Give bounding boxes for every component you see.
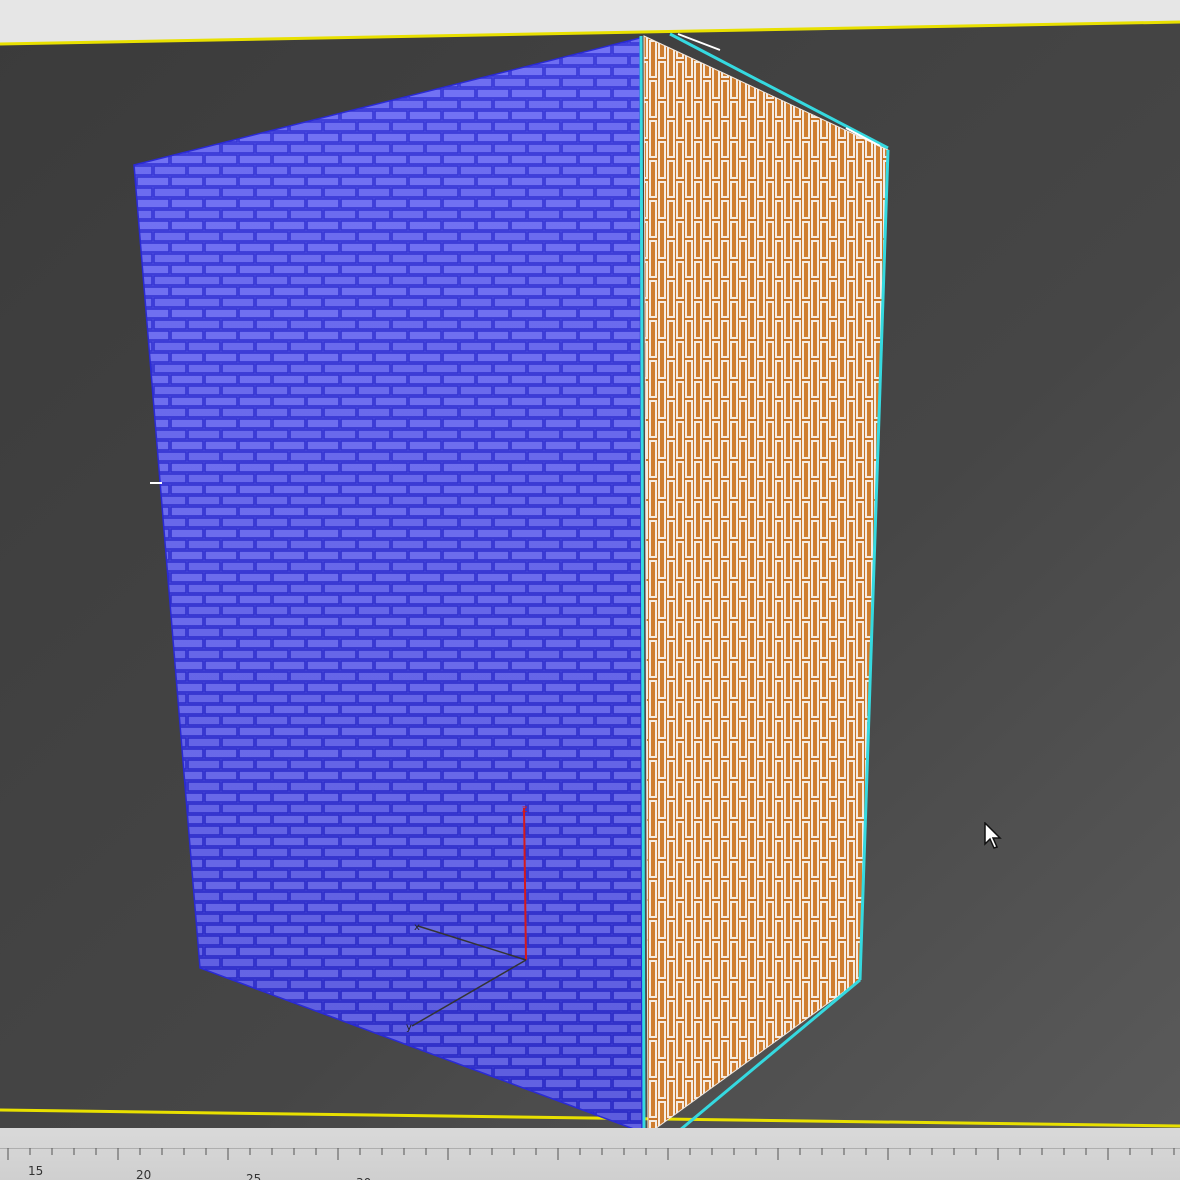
frame-label: 30 — [356, 1176, 371, 1180]
frame-label: 15 — [28, 1164, 44, 1178]
frame-label: 20 — [136, 1168, 152, 1180]
frame-label: 25 — [246, 1172, 262, 1180]
gizmo-y-label: y — [406, 1022, 412, 1033]
timeline-ticks — [0, 1148, 1180, 1160]
box-left-face[interactable] — [133, 37, 643, 1134]
timeline-ruler[interactable]: 15 20 25 30 — [0, 1128, 1180, 1180]
perspective-viewport[interactable]: z x y — [0, 0, 1180, 1180]
arrow-cursor-icon — [984, 821, 1004, 850]
gizmo-z-label: z — [522, 804, 527, 815]
monitor-screen: z x y 15 20 25 30 — [0, 0, 1180, 1180]
box-right-face[interactable] — [643, 35, 889, 1135]
gizmo-x-label: x — [414, 922, 420, 933]
